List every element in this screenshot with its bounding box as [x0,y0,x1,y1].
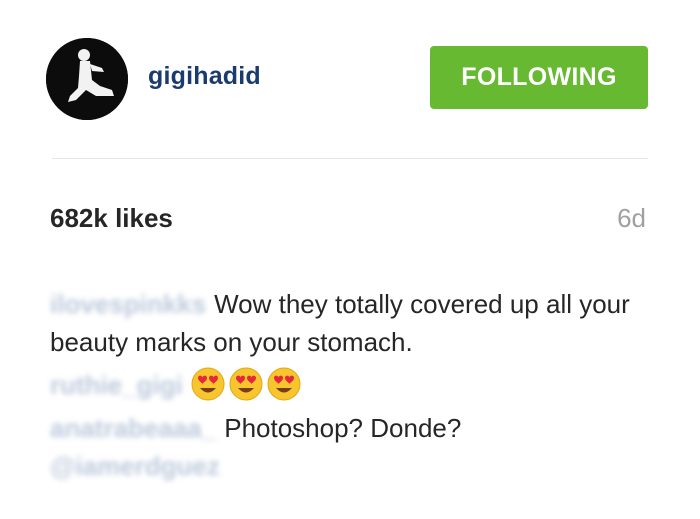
avatar[interactable] [46,38,128,120]
comment-author-blurred[interactable]: ruthie_gigi [50,366,183,404]
comment-item: anatrabeaaa_ Photoshop? Donde? @iamerdgue… [50,409,650,485]
heart-eyes-emoji-icon [229,367,263,401]
following-button[interactable]: FOLLOWING [430,46,648,109]
comment-text: Photoshop? Donde? [224,413,462,444]
post-age: 6d [617,203,646,233]
likes-count[interactable]: 682k likes [50,203,173,234]
post-panel: gigihadid FOLLOWING 682k likes 6d iloves… [0,0,700,519]
heart-eyes-emoji-icon [191,367,225,401]
comment-author-blurred[interactable]: ilovespinkks [50,285,206,323]
post-header: gigihadid FOLLOWING [46,38,648,120]
comments-list: ilovespinkks Wow they totally covered up … [50,285,650,490]
emoji-row [191,367,301,401]
comment-item: ruthie_gigi [50,366,650,404]
heart-eyes-emoji-icon [267,367,301,401]
username-link[interactable]: gigihadid [148,62,261,91]
comment-item: ilovespinkks Wow they totally covered up … [50,285,650,361]
divider [52,158,648,159]
avatar-figure-icon [46,38,128,120]
mention-blurred[interactable]: @iamerdguez [50,447,220,485]
comment-author-blurred[interactable]: anatrabeaaa_ [50,409,216,447]
